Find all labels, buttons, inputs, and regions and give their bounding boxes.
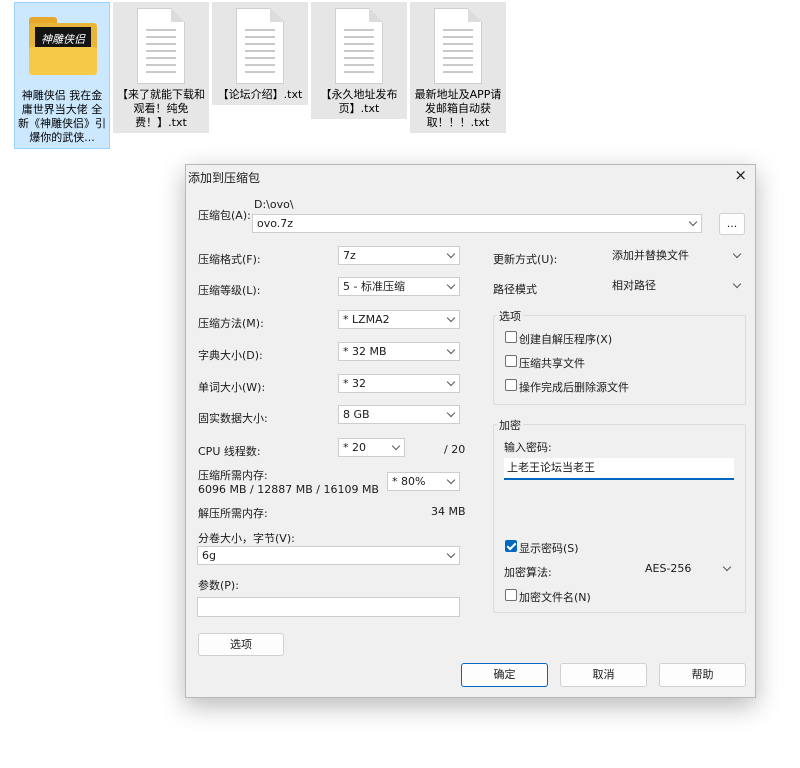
chevron-down-icon [446, 377, 456, 387]
mem-comp-label: 压缩所需内存: [198, 469, 268, 482]
browse-button[interactable]: ... [719, 213, 745, 235]
shared-checkbox[interactable] [505, 355, 517, 367]
chevron-down-icon [391, 441, 401, 451]
password-label: 输入密码: [504, 441, 552, 454]
chevron-down-icon [446, 280, 456, 290]
file-name: 【来了就能下载和观看！纯免费！】.txt [117, 88, 205, 129]
encrypt-names-checkbox[interactable] [505, 589, 517, 601]
cancel-button[interactable]: 取消 [560, 663, 647, 687]
file-txt-4[interactable]: 最新地址及APP请发邮箱自动获取！！！.txt [410, 2, 506, 133]
word-value: * 32 [343, 377, 366, 390]
word-combo[interactable]: * 32 [338, 374, 460, 393]
file-txt-3[interactable]: 【永久地址发布页】.txt [311, 2, 407, 119]
archive-path: D:\ovo\ [254, 198, 294, 211]
file-name: 【论坛介绍】.txt [217, 88, 303, 101]
chevron-down-icon [722, 562, 732, 572]
level-combo[interactable]: 5 - 标准压缩 [338, 277, 460, 296]
split-label: 分卷大小，字节(V): [198, 532, 295, 545]
archive-label: 压缩包(A): [198, 209, 251, 222]
mem-percent-combo[interactable]: * 80% [387, 472, 460, 491]
chevron-down-icon [732, 279, 742, 289]
method-combo[interactable]: * LZMA2 [338, 310, 460, 329]
close-icon[interactable]: × [734, 166, 747, 184]
chevron-down-icon [688, 217, 698, 227]
dialog-title: 添加到压缩包 [188, 171, 261, 185]
delete-source-label[interactable]: 操作完成后删除源文件 [519, 379, 629, 395]
path-mode-label: 路径模式 [493, 283, 537, 296]
mem-decomp-value: 34 MB [431, 505, 466, 518]
help-button[interactable]: 帮助 [659, 663, 746, 687]
delete-source-checkbox[interactable] [505, 379, 517, 391]
encrypt-names-label[interactable]: 加密文件名(N) [519, 589, 591, 605]
level-value: 5 - 标准压缩 [343, 280, 405, 293]
cpu-max: / 20 [444, 443, 466, 456]
mem-percent-value: * 80% [392, 475, 426, 488]
params-label: 参数(P): [198, 579, 239, 592]
enc-method-value: AES-256 [645, 562, 692, 575]
path-mode-combo[interactable]: 相对路径 [607, 276, 746, 295]
method-value: * LZMA2 [343, 313, 390, 326]
cpu-combo[interactable]: * 20 [338, 438, 405, 457]
file-txt-2[interactable]: 【论坛介绍】.txt [212, 2, 308, 105]
options-button[interactable]: 选项 [198, 633, 284, 656]
word-label: 单词大小(W): [198, 381, 266, 394]
enc-method-combo[interactable]: AES-256 [640, 559, 736, 578]
text-file-icon [212, 2, 308, 88]
file-name: 【永久地址发布页】.txt [320, 88, 398, 115]
shared-label[interactable]: 压缩共享文件 [519, 355, 585, 371]
dict-label: 字典大小(D): [198, 349, 263, 362]
file-txt-1[interactable]: 【来了就能下载和观看！纯免费！】.txt [113, 2, 209, 133]
mem-comp-value: 6096 MB / 12887 MB / 16109 MB [198, 483, 379, 496]
update-combo[interactable]: 添加并替换文件 [607, 246, 746, 265]
path-mode-value: 相对路径 [612, 279, 656, 292]
sfx-label[interactable]: 创建自解压程序(X) [519, 331, 612, 347]
text-file-icon [410, 2, 506, 88]
show-password-label[interactable]: 显示密码(S) [519, 540, 579, 556]
password-input[interactable]: 上老王论坛当老王 [504, 458, 734, 480]
chevron-down-icon [446, 313, 456, 323]
archive-name-combo[interactable]: ovo.7z [252, 214, 702, 233]
text-file-icon [311, 2, 407, 88]
encryption-group-title: 加密 [497, 417, 523, 433]
ok-button[interactable]: 确定 [461, 663, 548, 687]
cpu-label: CPU 线程数: [198, 445, 261, 458]
file-name: 最新地址及APP请发邮箱自动获取！！！.txt [414, 88, 502, 129]
folder-icon: 神雕侠侣 [15, 3, 109, 89]
method-label: 压缩方法(M): [198, 317, 264, 330]
add-to-archive-dialog: 添加到压缩包 × 压缩包(A): D:\ovo\ ovo.7z ... 压缩格式… [185, 164, 756, 698]
enc-method-label: 加密算法: [504, 566, 552, 579]
show-password-checkbox[interactable] [505, 540, 517, 552]
dict-combo[interactable]: * 32 MB [338, 342, 460, 361]
chevron-down-icon [446, 475, 456, 485]
params-input[interactable] [197, 597, 460, 617]
chevron-down-icon [446, 408, 456, 418]
format-label: 压缩格式(F): [198, 253, 261, 266]
cpu-value: * 20 [343, 441, 366, 454]
chevron-down-icon [446, 345, 456, 355]
chevron-down-icon [732, 249, 742, 259]
update-label: 更新方式(U): [493, 253, 558, 266]
options-group-title: 选项 [497, 308, 523, 324]
archive-name-value: ovo.7z [257, 217, 294, 230]
format-combo[interactable]: 7z [338, 246, 460, 265]
solid-combo[interactable]: 8 GB [338, 405, 460, 424]
solid-label: 固实数据大小: [198, 412, 268, 425]
file-folder-shendiao[interactable]: 神雕侠侣 神雕侠侣 我在金庸世界当大佬 全新《神雕侠侣》引爆你的武侠... [14, 2, 110, 149]
level-label: 压缩等级(L): [198, 284, 261, 297]
split-value: 6g [202, 549, 216, 562]
mem-decomp-label: 解压所需内存: [198, 507, 268, 520]
update-value: 添加并替换文件 [612, 249, 689, 262]
format-value: 7z [343, 249, 356, 262]
dict-value: * 32 MB [343, 345, 387, 358]
split-combo[interactable]: 6g [197, 546, 460, 565]
chevron-down-icon [446, 249, 456, 259]
solid-value: 8 GB [343, 408, 370, 421]
chevron-down-icon [446, 549, 456, 559]
title-bar: 添加到压缩包 × [186, 165, 755, 187]
file-name: 神雕侠侣 我在金庸世界当大佬 全新《神雕侠侣》引爆你的武侠... [18, 89, 106, 144]
text-file-icon [113, 2, 209, 88]
sfx-checkbox[interactable] [505, 331, 517, 343]
